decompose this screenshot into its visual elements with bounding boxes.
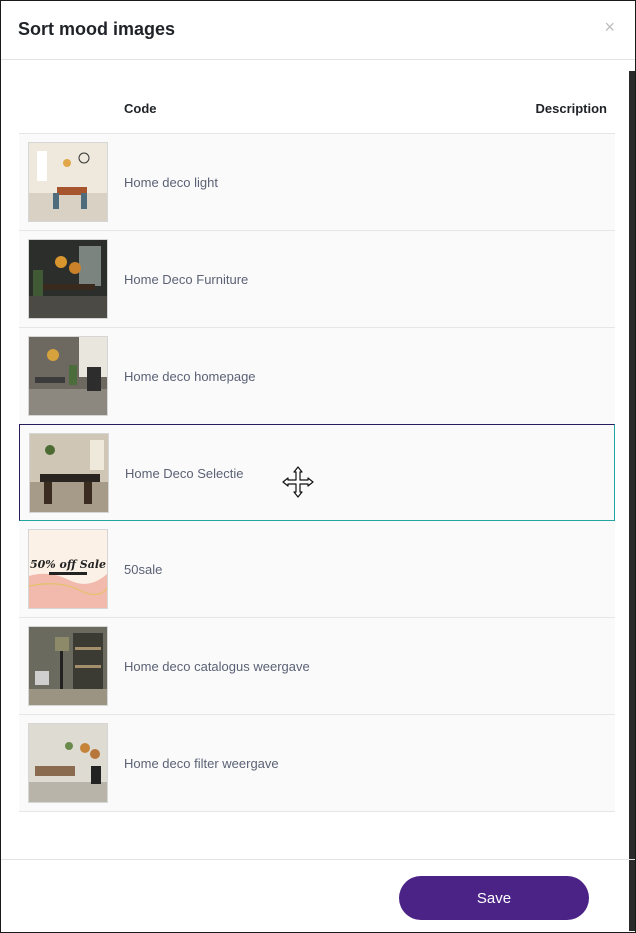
catalog-shelf-thumbnail [28,626,108,706]
table-row[interactable]: 50% off Sale 50sale [19,521,615,618]
row-label: 50sale [124,562,163,577]
row-label: Home deco light [124,175,218,190]
dining-room-light-thumbnail [28,142,108,222]
sort-mood-images-modal: Sort mood images × Code Description Home… [0,0,636,933]
sale-banner-thumbnail: 50% off Sale [28,529,108,609]
table-row[interactable]: Home deco light [19,134,615,231]
modal-title: Sort mood images [18,19,176,39]
row-label: Home deco filter weergave [124,756,279,771]
table-row[interactable]: Home Deco Selectie [19,424,615,521]
column-header-description: Description [535,101,607,116]
dining-table-thumbnail [29,433,109,513]
filter-lounge-thumbnail [28,723,108,803]
save-button[interactable]: Save [399,876,589,920]
sale-banner-text: 50% off Sale [30,558,106,571]
scrollbar[interactable] [629,71,635,931]
table-header: Code Description [19,87,615,134]
row-label: Home Deco Selectie [125,466,244,481]
close-icon[interactable]: × [604,17,615,38]
column-header-code: Code [124,101,157,116]
modal-footer-divider [1,859,635,860]
table-row[interactable]: Home deco catalogus weergave [19,618,615,715]
row-label: Home deco catalogus weergave [124,659,310,674]
modal-header: Sort mood images × [1,1,635,60]
dark-dining-room-thumbnail [28,239,108,319]
table-row[interactable]: Home deco filter weergave [19,715,615,812]
row-label: Home deco homepage [124,369,256,384]
table-row[interactable]: Home deco homepage [19,328,615,425]
move-cursor-icon [282,466,314,498]
row-label: Home Deco Furniture [124,272,249,287]
mood-images-table: Code Description Home deco light Home De… [19,87,615,812]
living-room-thumbnail [28,336,108,416]
table-row[interactable]: Home Deco Furniture [19,231,615,328]
